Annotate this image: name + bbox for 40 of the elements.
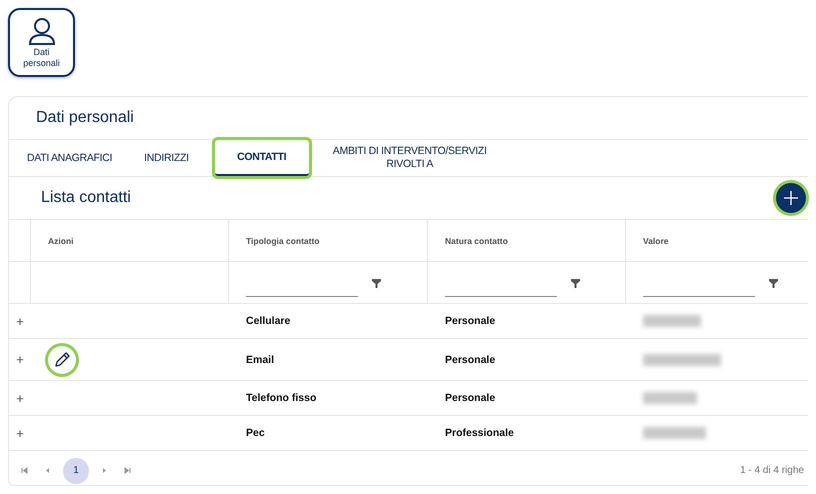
redacted-value — [643, 427, 706, 439]
person-icon — [26, 16, 56, 44]
tab[interactable]: INDIRIZZI — [132, 140, 201, 176]
panel-title: Dati personali — [35, 108, 135, 128]
table-cell: Personale — [445, 354, 496, 366]
expand-button[interactable]: + — [16, 426, 24, 440]
add-button[interactable] — [776, 183, 806, 213]
table-cell: Email — [246, 354, 274, 366]
page-button[interactable]: 1 — [63, 458, 89, 484]
list-title: Lista contatti — [41, 189, 131, 207]
tab[interactable]: CONTATTI — [214, 140, 309, 176]
profile-card-button[interactable]: Dati personali — [8, 8, 75, 77]
next-page-icon — [101, 467, 108, 474]
expand-button[interactable]: + — [16, 390, 24, 406]
table-cell: Cellulare — [246, 315, 290, 327]
table-cell: Pec — [246, 427, 265, 439]
column-header[interactable]: Tipologia contatto — [246, 236, 320, 246]
filter-icon — [769, 279, 778, 288]
filter-icon — [372, 279, 381, 288]
last-page-icon — [124, 467, 131, 474]
table-cell: Telefono fisso — [246, 392, 316, 404]
column-header[interactable]: Azioni — [48, 236, 74, 246]
edit-button[interactable] — [48, 346, 76, 374]
column-header[interactable]: Natura contatto — [445, 236, 508, 246]
redacted-value — [643, 315, 701, 327]
redacted-value — [643, 392, 698, 404]
filter-icon — [571, 279, 580, 288]
tab[interactable]: AMBITI DI INTERVENTO/SERVIZI RIVOLTI A — [314, 140, 505, 176]
expand-button[interactable]: + — [16, 352, 24, 367]
first-page-icon — [21, 467, 28, 474]
plus-icon — [783, 190, 799, 206]
column-header[interactable]: Valore — [643, 236, 669, 246]
table-cell: Professionale — [445, 427, 514, 439]
table-cell: Personale — [445, 315, 496, 327]
tab[interactable]: DATI ANAGRAFICI — [15, 140, 124, 176]
table-cell: Personale — [445, 392, 496, 404]
pagination-summary: 1 - 4 di 4 righe — [740, 465, 804, 476]
previous-page-icon — [44, 467, 51, 474]
expand-button[interactable]: + — [16, 314, 24, 328]
pencil-icon — [53, 350, 71, 368]
